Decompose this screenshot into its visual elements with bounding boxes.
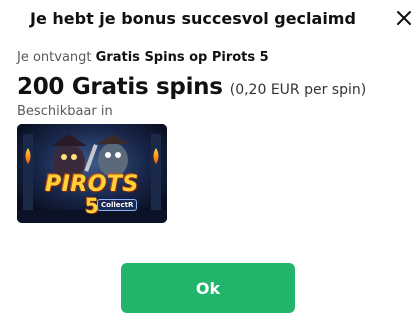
receive-prefix: Je ontvangt	[17, 50, 92, 65]
bonus-claimed-dialog: Je hebt je bonus succesvol geclaimd Je o…	[0, 0, 420, 326]
value-per-spin: (0,20 EUR per spin)	[229, 82, 367, 98]
game-logo-text: PIROTS	[45, 172, 139, 197]
game-thumbnail-pirots-5[interactable]: PIROTS 5 CollectR	[17, 124, 167, 223]
game-logo-number: 5	[85, 194, 99, 218]
close-icon	[397, 11, 411, 25]
ok-button[interactable]: Ok	[121, 263, 295, 313]
dialog-title: Je hebt je bonus succesvol geclaimd	[30, 9, 356, 28]
bonus-amount-line: 200 Gratis spins (0,20 EUR per spin)	[17, 74, 366, 100]
bonus-amount: 200 Gratis spins	[17, 74, 223, 100]
bonus-name: Gratis Spins op Pirots 5	[95, 50, 269, 65]
game-logo-badge: CollectR	[97, 199, 138, 211]
close-button[interactable]	[389, 3, 419, 33]
available-in-label: Beschikbaar in	[17, 104, 113, 119]
bonus-description: Je ontvangt Gratis Spins op Pirots 5	[17, 50, 269, 65]
